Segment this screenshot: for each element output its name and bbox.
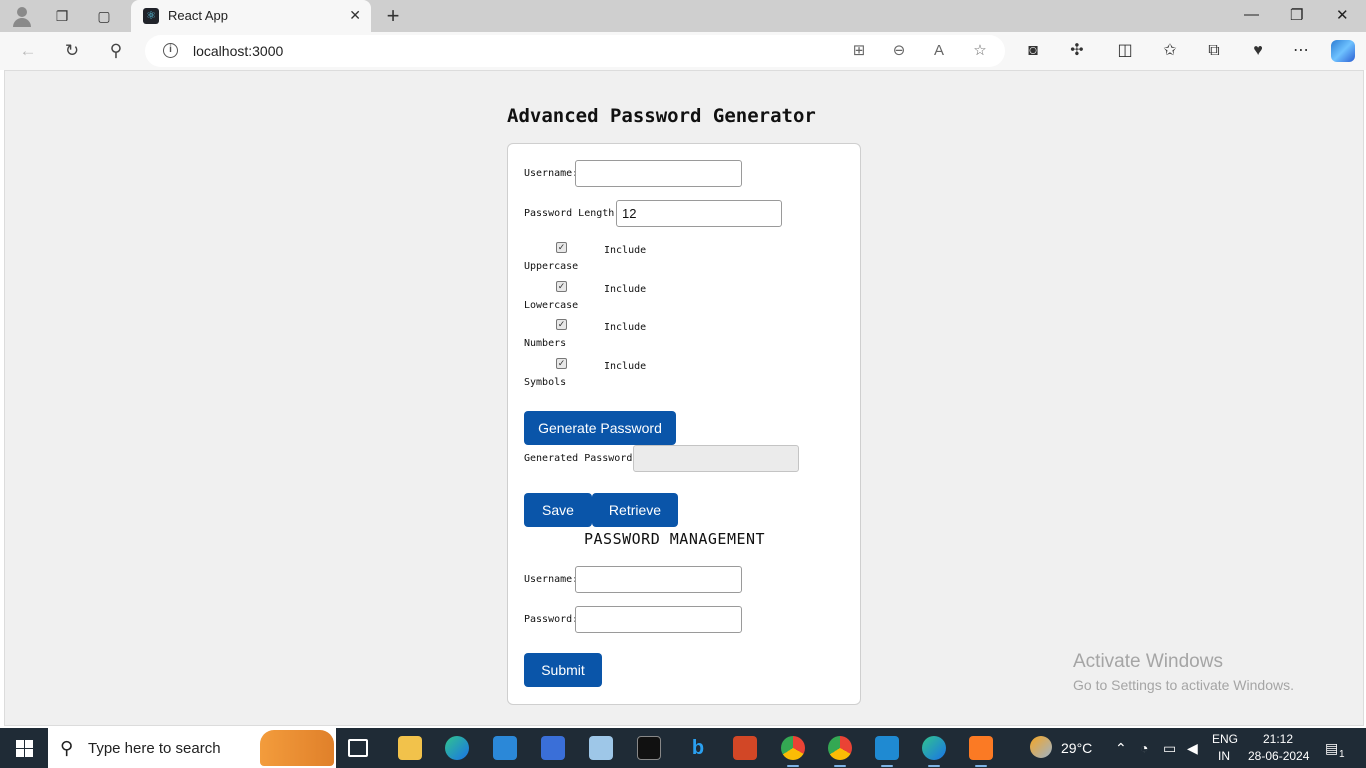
workspaces-icon[interactable]: ❐ — [50, 4, 74, 28]
numbers-checkbox[interactable]: ✓ — [556, 319, 567, 330]
favorite-star-icon[interactable]: ☆ — [970, 41, 990, 61]
volume-icon[interactable]: ◀ — [1187, 740, 1198, 757]
network-icon[interactable]: ◔ — [1140, 740, 1148, 756]
search-highlight-tiger-icon[interactable] — [260, 730, 334, 766]
lowercase-label: Lowercase — [524, 300, 579, 311]
more-menu-icon[interactable]: ⋯ — [1290, 40, 1312, 62]
tab-title: React App — [168, 8, 228, 23]
clock-time[interactable]: 21:12 — [1263, 732, 1293, 746]
windows-taskbar: ⚲ Type here to search b 29°C ⌃ ◔ ▭ ◀ ENG… — [0, 728, 1366, 768]
tab-actions-icon[interactable]: ▢ — [92, 4, 116, 28]
taskbar-search-placeholder: Type here to search — [88, 740, 221, 757]
copilot-icon[interactable] — [1331, 40, 1355, 62]
favorites-icon[interactable]: ✩ — [1159, 40, 1181, 62]
restore-icon[interactable]: ❐ — [1290, 6, 1303, 24]
microsoft-store-icon[interactable] — [541, 736, 565, 760]
vscode-icon[interactable] — [875, 736, 899, 767]
management-username-label: Username: — [524, 574, 579, 585]
split-screen-icon[interactable]: ◫ — [1114, 40, 1136, 62]
xampp-icon[interactable] — [969, 736, 993, 767]
language-secondary[interactable]: IN — [1218, 749, 1230, 763]
chrome-icon[interactable] — [781, 736, 805, 767]
powerpoint-icon[interactable] — [733, 736, 757, 760]
edge-icon[interactable] — [445, 736, 469, 760]
file-explorer-icon[interactable] — [398, 736, 422, 760]
terminal-icon[interactable] — [637, 736, 661, 760]
save-button[interactable]: Save — [524, 493, 592, 527]
show-hidden-icons-icon[interactable]: ⌃ — [1115, 740, 1127, 757]
extensions-icon[interactable]: ✣ — [1066, 40, 1088, 62]
include-text: Include — [604, 284, 647, 295]
notification-count: 1 — [1339, 749, 1345, 760]
browser-essentials-icon[interactable]: ♥ — [1247, 40, 1269, 62]
activate-windows-watermark: Activate Windows Go to Settings to activ… — [1073, 651, 1294, 693]
page-title: Advanced Password Generator — [507, 105, 816, 127]
symbols-label: Symbols — [524, 377, 567, 388]
management-username-input[interactable] — [575, 566, 742, 593]
weather-icon[interactable] — [1030, 736, 1052, 758]
read-aloud-icon[interactable]: A — [929, 41, 949, 61]
watermark-subtitle: Go to Settings to activate Windows. — [1073, 677, 1294, 693]
browser-tab-bar: ❐ ▢ ⚛ React App ✕ + — ❐ ✕ — [0, 0, 1366, 32]
generated-password-label: Generated Password: — [524, 453, 639, 464]
generated-password-field[interactable] — [633, 445, 799, 472]
app-available-icon[interactable]: ⊞ — [849, 41, 869, 61]
react-logo-icon: ⚛ — [143, 8, 159, 24]
weather-temperature[interactable]: 29°C — [1061, 740, 1092, 756]
management-password-label: Password: — [524, 614, 579, 625]
windows-start-icon[interactable] — [16, 740, 33, 757]
bing-icon[interactable]: b — [686, 736, 710, 760]
notifications-icon[interactable]: ▤ — [1325, 740, 1338, 757]
mail-icon[interactable] — [493, 736, 517, 760]
url-text[interactable]: localhost:3000 — [193, 43, 283, 59]
notepad-icon[interactable] — [589, 736, 613, 760]
password-generator-card: Username: Password Length: ✓ Include Upp… — [507, 143, 861, 705]
chrome-profile-icon[interactable] — [828, 736, 852, 767]
refresh-icon[interactable]: ↻ — [61, 40, 83, 62]
minimize-icon[interactable]: — — [1244, 6, 1259, 23]
password-length-input[interactable] — [616, 200, 782, 227]
address-bar[interactable]: i localhost:3000 ⊞ ⊖ A ☆ — [145, 35, 1005, 67]
generate-password-button[interactable]: Generate Password — [524, 411, 676, 445]
clock-date[interactable]: 28-06-2024 — [1248, 749, 1309, 763]
lowercase-checkbox[interactable]: ✓ — [556, 281, 567, 292]
page-viewport: Advanced Password Generator Username: Pa… — [4, 70, 1364, 726]
watermark-title: Activate Windows — [1073, 651, 1223, 672]
browser-toolbar: ← ↻ ⚲ i localhost:3000 ⊞ ⊖ A ☆ ◙ ✣ ◫ ✩ ⧉… — [0, 32, 1366, 70]
search-icon: ⚲ — [60, 738, 74, 758]
close-tab-icon[interactable]: ✕ — [349, 7, 361, 24]
include-text: Include — [604, 245, 647, 256]
retrieve-button[interactable]: Retrieve — [592, 493, 678, 527]
zoom-out-icon[interactable]: ⊖ — [889, 41, 909, 61]
language-primary[interactable]: ENG — [1212, 732, 1238, 746]
new-tab-icon[interactable]: + — [381, 3, 405, 28]
browser-tab-react-app[interactable]: ⚛ React App ✕ — [131, 0, 371, 32]
profile-icon[interactable] — [10, 4, 34, 28]
management-password-input[interactable] — [575, 606, 742, 633]
battery-icon[interactable]: ▭ — [1163, 740, 1176, 757]
collections-icon[interactable]: ⧉ — [1203, 40, 1225, 62]
site-info-icon[interactable]: i — [163, 43, 178, 58]
username-input[interactable] — [575, 160, 742, 187]
uppercase-checkbox[interactable]: ✓ — [556, 242, 567, 253]
include-text: Include — [604, 322, 647, 333]
edge-active-icon[interactable] — [922, 736, 946, 767]
symbols-checkbox[interactable]: ✓ — [556, 358, 567, 369]
close-window-icon[interactable]: ✕ — [1336, 6, 1349, 24]
include-text: Include — [604, 361, 647, 372]
password-management-heading: PASSWORD MANAGEMENT — [584, 530, 766, 548]
search-icon[interactable]: ⚲ — [105, 40, 127, 62]
copilot-sidebar-icon[interactable]: ◙ — [1022, 40, 1044, 62]
password-length-label: Password Length: — [524, 208, 621, 219]
username-label: Username: — [524, 168, 579, 179]
back-icon[interactable]: ← — [17, 40, 39, 62]
submit-button[interactable]: Submit — [524, 653, 602, 687]
taskbar-search-box[interactable]: ⚲ Type here to search — [48, 728, 336, 768]
uppercase-label: Uppercase — [524, 261, 579, 272]
numbers-label: Numbers — [524, 338, 567, 349]
task-view-icon[interactable] — [348, 739, 368, 757]
